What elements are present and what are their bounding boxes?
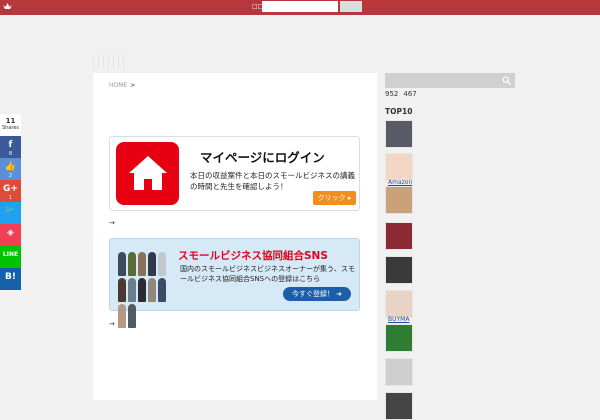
register-now-button[interactable]: 今すぐ登録！ ➜ [283,287,351,301]
share-bar: 11 Shares f 8 👍 2 G+ 1 🐦 ◈ LINE B! [0,114,21,290]
nav-divider [103,55,104,69]
share-button-facebook[interactable]: f8 [0,136,21,158]
facebook-icon: f [8,140,13,150]
line-icon: LINE [2,251,19,258]
search-button[interactable] [340,1,362,12]
crown-icon[interactable] [3,3,12,11]
share-count-facebook: 8 [8,151,13,157]
ranking-avatar[interactable] [385,120,413,148]
breadcrumb: HOME > [109,82,135,89]
home-icon [116,142,179,205]
sns-banner[interactable]: スモールビジネス協同組合SNS 国内のスモールビジネスビジネスオーナーが集う、ス… [109,238,360,328]
search-icon[interactable] [502,76,511,85]
search-input[interactable] [262,1,338,12]
top10-title: TOP10 [385,107,413,116]
arrow-link[interactable]: → [109,219,115,227]
share-count-like: 2 [8,173,13,179]
sns-banner-text: 国内のスモールビジネスビジネスオーナーが集う、スモールビジネス協同組合SNSへの… [180,265,355,283]
ranking-avatar[interactable] [385,324,413,352]
main-content: HOME > マイページにログイン 本日の収益案件と本日のスモールビジネスの講義の… [93,73,377,400]
search-label: □□□ [252,3,270,10]
login-banner-text: 本日の収益案件と本日のスモールビジネスの講義の時間と先生を確認しよう！ [190,171,355,191]
hatena-icon: B! [5,272,16,282]
ranking-avatar[interactable] [385,290,413,318]
like-icon: 👍 [4,162,17,172]
nav-divider [123,55,124,69]
top-search: □□□ [252,1,362,13]
share-button-hatena[interactable]: B! [0,268,21,290]
share-button-line[interactable]: LINE [0,246,21,268]
share-button-like[interactable]: 👍 2 [0,158,21,180]
group-photo [118,252,175,328]
ranking-avatar[interactable] [385,256,413,284]
share-button-google-plus[interactable]: G+ 1 [0,180,21,202]
share-total-label: Shares [1,125,20,131]
ranking-link[interactable]: Amazon [388,179,412,186]
ranking-link[interactable]: BUYMA [388,316,409,323]
ranking-avatar[interactable] [385,153,413,181]
ranking-avatar[interactable] [385,186,413,214]
nav-divider [108,55,109,69]
mypage-login-banner[interactable]: マイページにログイン 本日の収益案件と本日のスモールビジネスの講義の時間と先生を… [109,136,360,211]
site-counts: 952 467 [385,90,515,98]
login-banner-title: マイページにログイン [200,150,325,165]
sidebar-search[interactable] [385,73,515,88]
nav-divider [93,55,94,69]
nav-divider [118,55,119,69]
count-a: 952 [385,90,399,98]
top-bar: □□□ [0,0,600,15]
google-plus-icon: G+ [3,184,18,194]
count-b: 467 [403,90,417,98]
share-button-pocket[interactable]: ◈ [0,224,21,246]
arrow-link[interactable]: → [109,320,115,328]
global-nav [93,55,153,69]
breadcrumb-home[interactable]: HOME [109,82,127,89]
share-button-twitter[interactable]: 🐦 [0,202,21,224]
sns-banner-title: スモールビジネス協同組合SNS [178,250,328,262]
pocket-icon: ◈ [7,228,14,238]
share-count: 11 Shares [0,114,21,136]
twitter-icon: 🐦 [4,206,17,216]
nav-divider [98,55,99,69]
share-count-google-plus: 1 [8,195,13,201]
ranking-avatar[interactable] [385,392,413,420]
click-button[interactable]: クリック ▸ [313,191,356,205]
nav-divider [113,55,114,69]
share-total: 11 [5,117,16,125]
sidebar: 952 467 TOP10 [385,73,515,116]
ranking-avatar[interactable] [385,222,413,250]
breadcrumb-separator: > [130,82,136,89]
ranking-avatar[interactable] [385,358,413,386]
